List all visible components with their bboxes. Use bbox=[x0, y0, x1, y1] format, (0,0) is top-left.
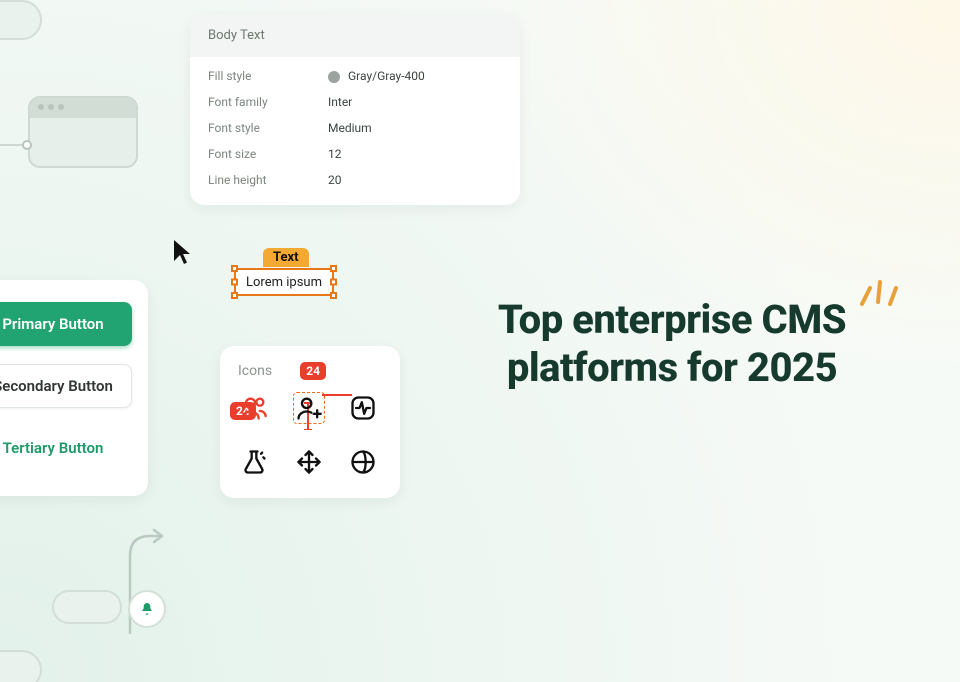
swatch-icon bbox=[328, 71, 340, 83]
globe-icon[interactable] bbox=[347, 446, 379, 478]
headline-line1: Top enterprise CMS bbox=[498, 296, 846, 343]
resize-handle[interactable] bbox=[231, 279, 238, 286]
move-icon[interactable] bbox=[293, 446, 325, 478]
style-value: Inter bbox=[328, 95, 352, 109]
decorative-pill bbox=[0, 650, 42, 682]
tertiary-button[interactable]: Tertiary Button bbox=[0, 426, 132, 470]
connector-dot bbox=[22, 140, 32, 150]
decorative-pill bbox=[0, 0, 42, 40]
body-text-header: Body Text bbox=[190, 14, 520, 57]
style-label: Font size bbox=[208, 147, 328, 161]
style-value: Medium bbox=[328, 121, 372, 135]
style-row-line-height: Line height 20 bbox=[208, 173, 502, 187]
primary-button[interactable]: Primary Button bbox=[0, 302, 132, 346]
dimension-badge: 24 bbox=[300, 362, 326, 380]
flask-sparkle-icon[interactable] bbox=[238, 446, 270, 478]
style-row-font-family: Font family Inter bbox=[208, 95, 502, 109]
notification-bell-button[interactable] bbox=[128, 590, 166, 628]
resize-handle[interactable] bbox=[231, 292, 238, 299]
style-value: Gray/Gray-400 bbox=[328, 69, 425, 83]
resize-handle[interactable] bbox=[330, 279, 337, 286]
style-label: Fill style bbox=[208, 69, 328, 83]
icons-showcase-card: Icons 24 24 bbox=[220, 346, 400, 498]
resize-handle[interactable] bbox=[330, 265, 337, 272]
window-dots bbox=[38, 104, 64, 110]
style-label: Line height bbox=[208, 173, 328, 187]
style-row-font-size: Font size 12 bbox=[208, 147, 502, 161]
bell-icon bbox=[139, 601, 155, 617]
connector-line bbox=[0, 144, 24, 146]
style-value: 20 bbox=[328, 173, 342, 187]
buttons-showcase-card: Primary Button Secondary Button Tertiary… bbox=[0, 280, 148, 496]
resize-handle[interactable] bbox=[330, 292, 337, 299]
icons-title: Icons bbox=[238, 363, 272, 379]
style-row-font-style: Font style Medium bbox=[208, 121, 502, 135]
headline-line2: platforms for 2025 bbox=[507, 344, 837, 391]
browser-window-decoration bbox=[28, 96, 138, 168]
body-text-style-card: Body Text Fill style Gray/Gray-400 Font … bbox=[190, 14, 520, 205]
decorative-pill bbox=[52, 590, 122, 624]
secondary-button[interactable]: Secondary Button bbox=[0, 364, 132, 408]
style-label: Font style bbox=[208, 121, 328, 135]
page-headline: Top enterprise CMS platforms for 2025 bbox=[432, 296, 912, 392]
icons-grid bbox=[238, 392, 382, 478]
user-add-icon[interactable] bbox=[293, 392, 325, 424]
text-selection-content: Lorem ipsum bbox=[246, 275, 322, 290]
style-value: 12 bbox=[328, 147, 342, 161]
resize-handle[interactable] bbox=[231, 265, 238, 272]
text-selection-box[interactable]: Lorem ipsum bbox=[234, 268, 334, 296]
style-row-fill: Fill style Gray/Gray-400 bbox=[208, 69, 502, 83]
users-icon[interactable] bbox=[238, 392, 270, 424]
text-tag: Text bbox=[263, 248, 309, 267]
style-label: Font family bbox=[208, 95, 328, 109]
body-text-rows: Fill style Gray/Gray-400 Font family Int… bbox=[190, 57, 520, 205]
cursor-icon bbox=[172, 238, 192, 266]
activity-icon[interactable] bbox=[347, 392, 379, 424]
